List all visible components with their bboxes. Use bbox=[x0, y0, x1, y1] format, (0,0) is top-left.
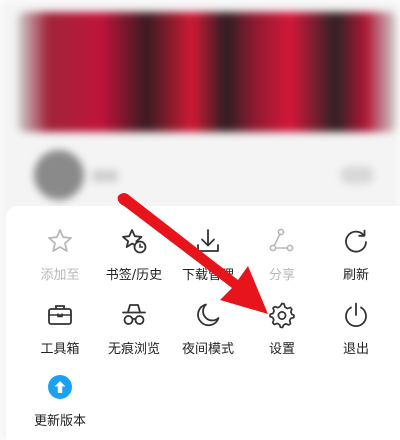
menu-item-label: 工具箱 bbox=[40, 342, 80, 357]
bookmark-history-icon bbox=[119, 226, 149, 256]
menu-item-label: 退出 bbox=[342, 342, 369, 357]
star-icon bbox=[45, 226, 75, 256]
browser-menu-panel: 添加至 书签/历史 下载管理 分享 刷新 工具箱 无痕浏览 夜间模式 设置 退出… bbox=[6, 206, 400, 440]
download-icon bbox=[193, 226, 223, 256]
menu-item-label: 设置 bbox=[268, 342, 295, 357]
menu-item-add-to[interactable]: 添加至 bbox=[24, 226, 96, 284]
menu-item-label: 无痕浏览 bbox=[107, 342, 160, 357]
refresh-icon bbox=[341, 226, 371, 256]
menu-item-label: 更新版本 bbox=[33, 414, 86, 429]
avatar bbox=[34, 150, 84, 200]
menu-item-download-manager[interactable]: 下载管理 bbox=[172, 226, 244, 284]
menu-item-refresh[interactable]: 刷新 bbox=[320, 226, 392, 284]
menu-item-label: 书签/历史 bbox=[105, 268, 163, 283]
menu-item-toolbox[interactable]: 工具箱 bbox=[24, 300, 96, 358]
menu-item-label: 添加至 bbox=[40, 268, 80, 283]
power-icon bbox=[341, 300, 371, 330]
update-icon bbox=[45, 372, 75, 402]
background-button bbox=[340, 166, 374, 184]
menu-item-label: 刷新 bbox=[342, 268, 369, 283]
gear-icon bbox=[267, 300, 297, 330]
menu-item-label: 下载管理 bbox=[181, 268, 234, 283]
menu-item-label: 分享 bbox=[268, 268, 295, 283]
share-icon bbox=[267, 226, 297, 256]
background-text bbox=[92, 170, 118, 182]
background-image bbox=[18, 12, 396, 132]
menu-item-update-version[interactable]: 更新版本 bbox=[24, 372, 96, 430]
menu-item-night-mode[interactable]: 夜间模式 bbox=[172, 300, 244, 358]
menu-item-label: 夜间模式 bbox=[181, 342, 234, 357]
menu-item-bookmarks-history[interactable]: 书签/历史 bbox=[98, 226, 170, 284]
menu-item-settings[interactable]: 设置 bbox=[246, 300, 318, 358]
toolbox-icon bbox=[45, 300, 75, 330]
menu-item-exit[interactable]: 退出 bbox=[320, 300, 392, 358]
incognito-icon bbox=[119, 300, 149, 330]
menu-item-incognito[interactable]: 无痕浏览 bbox=[98, 300, 170, 358]
moon-icon bbox=[193, 300, 223, 330]
menu-item-share[interactable]: 分享 bbox=[246, 226, 318, 284]
